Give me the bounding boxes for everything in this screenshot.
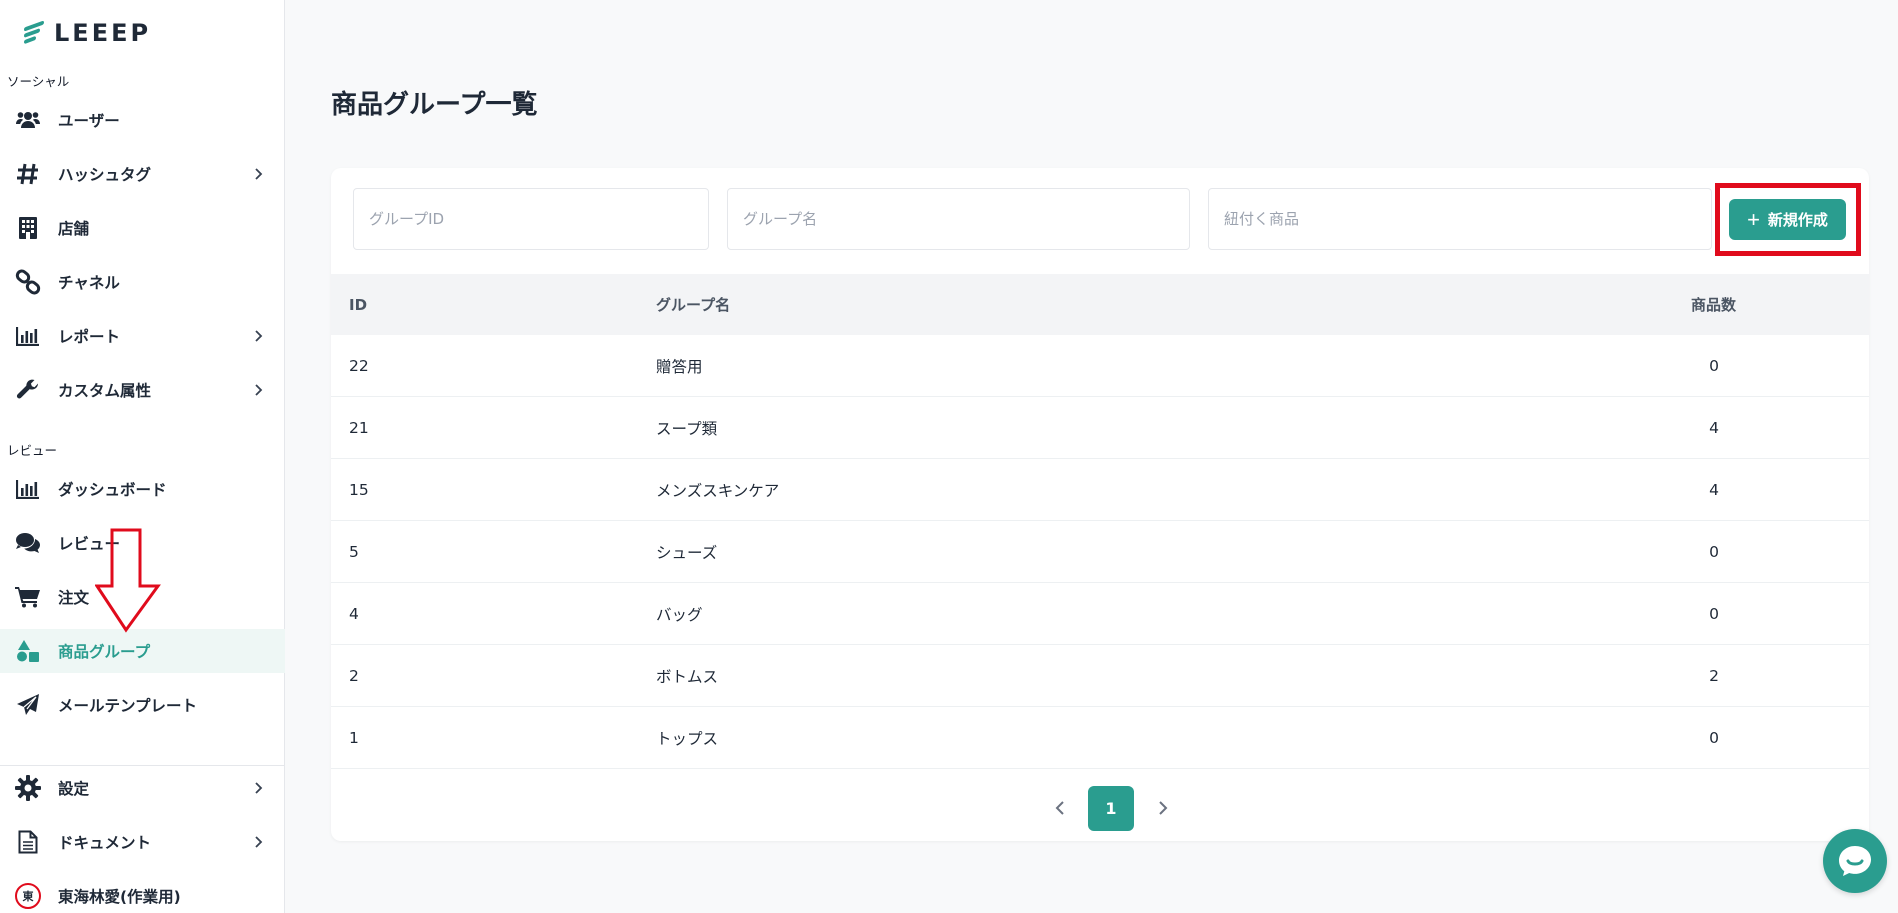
red-arrow-annotation (95, 528, 161, 633)
sidebar-item-label: 注文 (58, 589, 90, 607)
cell-group-name: バッグ (656, 605, 703, 624)
cell-group-name: シューズ (656, 543, 718, 562)
sidebar-item-settings[interactable]: 設定 (0, 766, 285, 810)
link-icon (14, 268, 42, 296)
sidebar-item-label: ドキュメント (58, 834, 152, 852)
plus-icon: + (1747, 206, 1760, 232)
cell-id: 22 (349, 356, 369, 375)
cell-product-count: 0 (1709, 604, 1719, 623)
sidebar-item-label: 店舗 (58, 220, 90, 238)
product-filter-input[interactable] (1208, 188, 1712, 250)
leeep-logo[interactable]: LEEEP (24, 18, 151, 48)
sidebar-item-mail-template[interactable]: メールテンプレート (0, 683, 285, 727)
cell-id: 5 (349, 542, 359, 561)
sidebar-item-product-group[interactable]: 商品グループ (0, 629, 285, 673)
cell-id: 4 (349, 604, 359, 623)
table-row[interactable]: 4 バッグ 0 (331, 583, 1869, 645)
table-row[interactable]: 1 トップス 0 (331, 707, 1869, 769)
cell-group-name: 贈答用 (656, 357, 703, 376)
table-row[interactable]: 21 スープ類 4 (331, 397, 1869, 459)
new-create-button-label: 新規作成 (1767, 212, 1828, 229)
shapes-icon (14, 637, 42, 665)
sidebar-item-label: ハッシュタグ (58, 166, 152, 184)
leeep-logo-mark-icon (24, 18, 48, 48)
chevron-right-icon (255, 782, 263, 794)
group-id-filter-input[interactable] (353, 188, 709, 250)
wrench-icon (14, 376, 42, 404)
sidebar-item-document[interactable]: ドキュメント (0, 820, 285, 864)
cell-group-name: スープ類 (656, 419, 718, 438)
logo-text: LEEEP (54, 19, 152, 47)
section-label-social: ソーシャル (7, 74, 70, 89)
chevron-right-icon (255, 330, 263, 342)
sidebar-item-label: チャネル (58, 274, 120, 292)
cell-group-name: ボトムス (656, 667, 719, 686)
table-row[interactable]: 5 シューズ 0 (331, 521, 1869, 583)
table-row[interactable]: 2 ボトムス 2 (331, 645, 1869, 707)
sidebar-item-label: ユーザー (58, 112, 120, 130)
sidebar-item-custom-attributes[interactable]: カスタム属性 (0, 368, 285, 412)
comments-icon (14, 529, 42, 557)
cell-group-name: メンズスキンケア (656, 481, 780, 500)
cell-id: 2 (349, 666, 359, 685)
pagination-prev-icon[interactable] (1050, 798, 1070, 818)
chevron-right-icon (255, 384, 263, 396)
cell-product-count: 2 (1709, 666, 1719, 685)
gear-icon (14, 774, 42, 802)
sidebar-item-store[interactable]: 店舗 (0, 206, 285, 250)
table-row[interactable]: 22 贈答用 0 (331, 335, 1869, 397)
sidebar: LEEEP ソーシャル ユーザー ハッシュタグ 店舗 チャネル レポート カスタ… (0, 0, 285, 913)
sidebar-item-hashtag[interactable]: ハッシュタグ (0, 152, 285, 196)
sidebar-item-dashboard[interactable]: ダッシュボード (0, 467, 285, 511)
cart-icon (14, 583, 42, 611)
sidebar-item-label: メールテンプレート (58, 697, 198, 715)
sidebar-item-label: 東海林愛(作業用) (58, 888, 181, 906)
sidebar-item-label: 商品グループ (58, 643, 151, 661)
avatar: 東 (15, 883, 41, 909)
sidebar-item-label: レポート (58, 328, 121, 346)
document-icon (14, 828, 42, 856)
column-header-group-name[interactable]: グループ名 (656, 294, 730, 315)
cell-id: 15 (349, 480, 369, 499)
cell-id: 1 (349, 728, 359, 747)
paper-plane-icon (14, 691, 42, 719)
table-header: ID グループ名 商品数 (331, 274, 1869, 335)
cell-product-count: 4 (1709, 480, 1719, 499)
sidebar-item-report[interactable]: レポート (0, 314, 285, 358)
cell-product-count: 0 (1709, 356, 1719, 375)
sidebar-item-channel[interactable]: チャネル (0, 260, 285, 304)
group-name-filter-input[interactable] (727, 188, 1190, 250)
sidebar-item-current-user[interactable]: 東 東海林愛(作業用) (0, 874, 285, 913)
bar-chart-icon (14, 475, 42, 503)
new-create-button[interactable]: + 新規作成 (1729, 199, 1846, 240)
sidebar-item-label: カスタム属性 (58, 382, 152, 400)
chat-support-button[interactable] (1823, 829, 1887, 893)
sidebar-item-label: ダッシュボード (58, 481, 167, 499)
sidebar-item-users[interactable]: ユーザー (0, 98, 285, 142)
avatar-wrap: 東 (14, 882, 42, 910)
pagination-next-icon[interactable] (1153, 798, 1173, 818)
sidebar-item-label: 設定 (58, 780, 90, 798)
building-icon (14, 214, 42, 242)
column-header-product-count[interactable]: 商品数 (1691, 294, 1736, 315)
column-header-id[interactable]: ID (349, 296, 367, 314)
chevron-right-icon (255, 836, 263, 848)
section-label-review: レビュー (7, 443, 58, 458)
users-icon (14, 106, 42, 134)
bar-chart-icon (14, 322, 42, 350)
cell-product-count: 0 (1709, 728, 1719, 747)
pagination-page-1[interactable]: 1 (1088, 786, 1134, 831)
cell-group-name: トップス (656, 729, 719, 748)
cell-product-count: 0 (1709, 542, 1719, 561)
chat-icon (1839, 846, 1871, 876)
cell-product-count: 4 (1709, 418, 1719, 437)
page-title: 商品グループ一覧 (331, 90, 538, 120)
table-row[interactable]: 15 メンズスキンケア 4 (331, 459, 1869, 521)
hashtag-icon (14, 160, 42, 188)
cell-id: 21 (349, 418, 369, 437)
chevron-right-icon (255, 168, 263, 180)
